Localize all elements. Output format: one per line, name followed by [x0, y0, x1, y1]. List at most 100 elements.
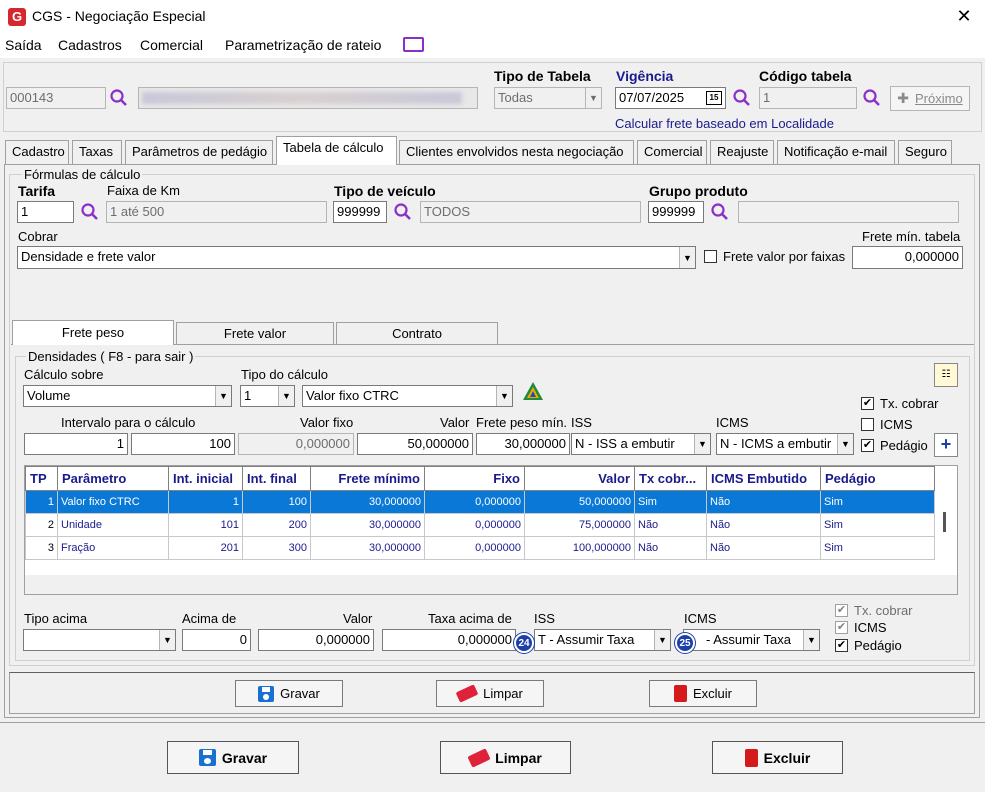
acima-de-field[interactable]: 0 — [182, 629, 251, 651]
grid-cell[interactable]: 30,000000 — [310, 513, 425, 537]
acima-pedagio-checkbox[interactable]: ✔ — [835, 639, 848, 652]
frete-valor-faixas-checkbox[interactable] — [704, 250, 717, 263]
column-header[interactable]: Fixo — [424, 466, 525, 491]
taxa-acima-field[interactable]: 0,000000 — [382, 629, 516, 651]
inner-gravar-button[interactable]: Gravar — [235, 680, 343, 707]
frete-min-tabela-field[interactable]: 0,000000 — [852, 246, 963, 269]
tipo-calculo-select[interactable]: Valor fixo CTRC ▼ — [302, 385, 513, 407]
grid-cell[interactable]: 0,000000 — [424, 490, 525, 514]
grid-cell[interactable]: 30,000000 — [310, 490, 425, 514]
tarifa-field[interactable]: 1 — [17, 201, 74, 223]
grid-cell[interactable]: Não — [706, 536, 821, 560]
grid-cell[interactable]: 1 — [25, 490, 58, 514]
grid-cell[interactable]: Sim — [634, 490, 707, 514]
grupo-produto-code-field[interactable]: 999999 — [648, 201, 704, 223]
excluir-button[interactable]: Excluir — [712, 741, 843, 774]
column-header[interactable]: Frete mínimo — [310, 466, 425, 491]
tab-parametros-pedagio[interactable]: Parâmetros de pedágio — [125, 140, 273, 164]
grid-cell[interactable]: 0,000000 — [424, 536, 525, 560]
icms-select[interactable]: N - ICMS a embutir ▼ — [716, 433, 854, 455]
grid-cell[interactable]: 2 — [25, 513, 58, 537]
tab-clientes-envolvidos[interactable]: Clientes envolvidos nesta negociação — [399, 140, 634, 164]
close-icon[interactable]: ✕ — [953, 5, 975, 27]
search-client-icon[interactable] — [109, 88, 129, 108]
calcular-frete-link[interactable]: Calcular frete baseado em Localidade — [615, 116, 834, 131]
grid-cell[interactable]: 75,000000 — [524, 513, 635, 537]
subtab-frete-peso[interactable]: Frete peso — [12, 320, 174, 345]
subtab-contrato[interactable]: Contrato — [336, 322, 498, 344]
grid-cell[interactable]: 100,000000 — [524, 536, 635, 560]
grid-cell[interactable]: 50,000000 — [524, 490, 635, 514]
grid-cell[interactable]: 300 — [242, 536, 311, 560]
grid-cell[interactable]: Não — [634, 536, 707, 560]
proximo-button[interactable]: ✚ Próximo — [890, 86, 970, 111]
grid-cell[interactable]: 201 — [168, 536, 243, 560]
intervalo-de-field[interactable]: 1 — [24, 433, 128, 455]
menu-parametrizacao-rateio[interactable]: Parametrização de rateio — [225, 37, 381, 53]
inner-limpar-button[interactable]: Limpar — [436, 680, 544, 707]
search-codigo-icon[interactable] — [862, 88, 882, 108]
search-tarifa-icon[interactable] — [80, 202, 100, 222]
inner-excluir-button[interactable]: Excluir — [649, 680, 757, 707]
grid-cell[interactable]: 30,000000 — [310, 536, 425, 560]
icms-checkbox[interactable] — [861, 418, 874, 431]
monitor-icon[interactable] — [403, 37, 424, 52]
grid-cell[interactable]: 101 — [168, 513, 243, 537]
tree-list-button[interactable]: ☷ — [934, 363, 958, 387]
grid-cell[interactable]: Não — [706, 490, 821, 514]
menu-cadastros[interactable]: Cadastros — [58, 37, 122, 53]
vigencia-date-field[interactable]: 07/07/2025 15 — [615, 87, 726, 109]
tx-cobrar-checkbox[interactable]: ✔ — [861, 397, 874, 410]
calendar-icon[interactable]: 15 — [706, 91, 722, 105]
tipo-calculo-num-select[interactable]: 1 ▼ — [240, 385, 295, 407]
column-header[interactable]: Pedágio — [820, 466, 935, 491]
grid-cell[interactable]: 1 — [168, 490, 243, 514]
tab-taxas[interactable]: Taxas — [72, 140, 122, 164]
grid-cell[interactable]: 3 — [25, 536, 58, 560]
codigo-tabela-field[interactable]: 1 — [759, 87, 857, 109]
menu-comercial[interactable]: Comercial — [140, 37, 203, 53]
tipo-veiculo-desc-field[interactable]: TODOS — [420, 201, 641, 223]
add-icon[interactable]: + — [934, 433, 958, 457]
column-header[interactable]: ICMS Embutido — [706, 466, 821, 491]
column-header[interactable]: TP — [25, 466, 58, 491]
grid-cell[interactable]: Sim — [820, 513, 935, 537]
tab-notificacao-email[interactable]: Notificação e-mail — [777, 140, 895, 164]
tab-comercial[interactable]: Comercial — [637, 140, 707, 164]
subtab-frete-valor[interactable]: Frete valor — [176, 322, 334, 344]
menu-saida[interactable]: Saída — [5, 37, 42, 53]
tab-cadastro[interactable]: Cadastro — [5, 140, 69, 164]
grid-cell[interactable]: Unidade — [57, 513, 169, 537]
client-code-field[interactable]: 000143 — [6, 87, 106, 109]
acima-icms-select[interactable]: - Assumir Taxa ▼ — [683, 629, 820, 651]
iss-select[interactable]: N - ISS a embutir ▼ — [571, 433, 711, 455]
valor-field[interactable]: 50,000000 — [357, 433, 473, 455]
table-row[interactable]: 3 Fração 201 300 30,000000 0,000000 100,… — [25, 536, 935, 560]
grid-cell[interactable]: Não — [634, 513, 707, 537]
grid-vertical-scrollbar[interactable] — [943, 512, 946, 532]
intervalo-ate-field[interactable]: 100 — [131, 433, 235, 455]
column-header[interactable]: Int. final — [242, 466, 311, 491]
recycle-triangle-icon[interactable] — [522, 381, 544, 401]
column-header[interactable]: Int. inicial — [168, 466, 243, 491]
tipo-acima-select[interactable]: ▼ — [23, 629, 176, 651]
frete-peso-min-field[interactable]: 30,000000 — [476, 433, 570, 455]
acima-iss-select[interactable]: T - Assumir Taxa ▼ — [534, 629, 671, 651]
column-header[interactable]: Valor — [524, 466, 635, 491]
column-header[interactable]: Parâmetro — [57, 466, 169, 491]
tipo-tabela-select[interactable]: Todas ▼ — [494, 87, 602, 109]
gravar-button[interactable]: Gravar — [167, 741, 299, 774]
grid-cell[interactable]: Sim — [820, 536, 935, 560]
tipo-veiculo-code-field[interactable]: 999999 — [333, 201, 387, 223]
calculo-sobre-select[interactable]: Volume ▼ — [23, 385, 232, 407]
search-tipo-veiculo-icon[interactable] — [393, 202, 413, 222]
client-name-field[interactable] — [138, 87, 478, 109]
search-grupo-produto-icon[interactable] — [710, 202, 730, 222]
cobrar-select[interactable]: Densidade e frete valor ▼ — [17, 246, 696, 269]
grid-cell[interactable]: Valor fixo CTRC — [57, 490, 169, 514]
grid-cell[interactable]: Não — [706, 513, 821, 537]
acima-icms-checkbox[interactable]: ✔ — [835, 621, 848, 634]
limpar-button[interactable]: Limpar — [440, 741, 571, 774]
tab-reajuste[interactable]: Reajuste — [710, 140, 774, 164]
grid-cell[interactable]: Fração — [57, 536, 169, 560]
